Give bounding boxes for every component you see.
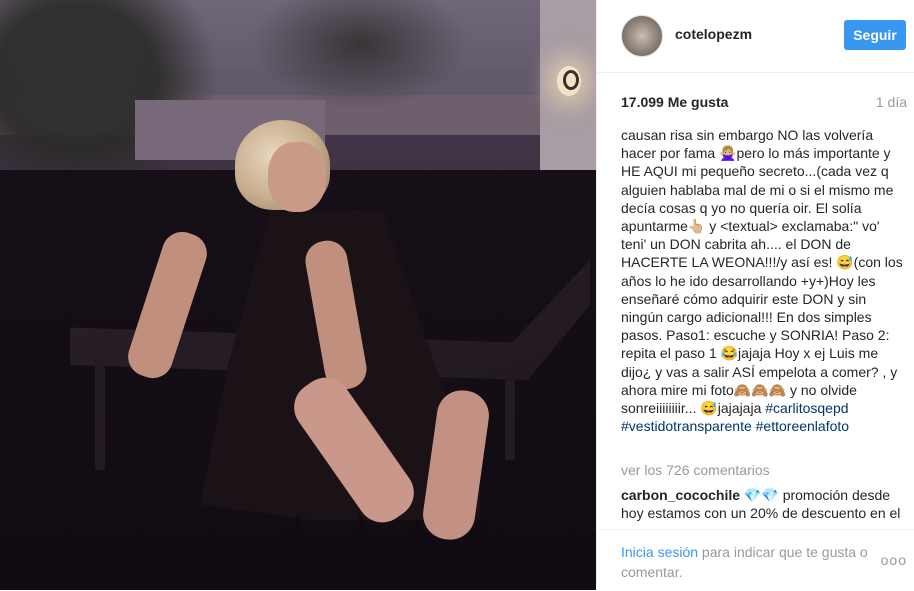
comment-author[interactable]: carbon_cocochile xyxy=(621,487,740,503)
likes-count[interactable]: 17.099 Me gusta xyxy=(621,94,728,110)
avatar[interactable] xyxy=(621,15,663,57)
sandal xyxy=(415,520,483,552)
post-sidebar: cotelopezm Seguir 17.099 Me gusta 1 día … xyxy=(596,0,914,590)
login-link[interactable]: Inicia sesión xyxy=(621,544,698,560)
more-options-icon[interactable]: ooo xyxy=(881,552,907,568)
sandal xyxy=(295,515,363,549)
post-header: cotelopezm Seguir xyxy=(597,0,914,73)
follow-button[interactable]: Seguir xyxy=(844,20,906,50)
lounge-chair-leg xyxy=(95,360,105,470)
post-time[interactable]: 1 día xyxy=(876,94,907,110)
post-photo[interactable] xyxy=(0,0,596,590)
post-footer: Inicia sesión para indicar que te gusta … xyxy=(597,529,914,591)
caption: causan risa sin embargo NO las volvería … xyxy=(621,126,905,456)
login-prompt: Inicia sesión para indicar que te gusta … xyxy=(621,542,871,582)
person xyxy=(122,120,510,580)
palm-tree-2 xyxy=(250,0,470,110)
view-comments-link[interactable]: ver los 726 comentarios xyxy=(621,462,770,478)
person-face xyxy=(268,142,326,212)
caption-text: causan risa sin embargo NO las volvería … xyxy=(621,127,903,417)
comment: carbon_cocochile 💎💎 promoción desde hoy … xyxy=(621,486,905,522)
lamp-logo xyxy=(563,70,579,90)
username[interactable]: cotelopezm xyxy=(675,26,752,42)
